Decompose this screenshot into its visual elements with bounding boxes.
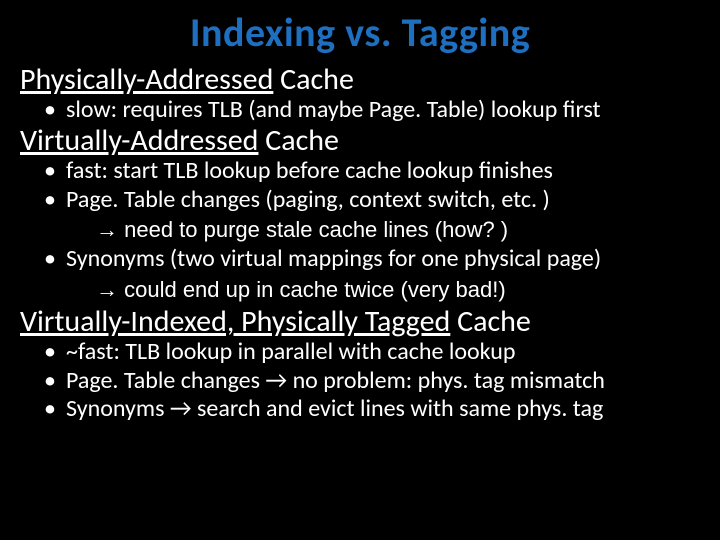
section-heading-virtual: Virtually-Addressed Cache [20, 124, 700, 157]
slide-title: Indexing vs. Tagging [20, 8, 700, 57]
bullet-item: Synonyms (two virtual mappings for one p… [66, 245, 700, 303]
sub-item: → could end up in cache twice (very bad!… [96, 276, 700, 304]
heading-rest: Cache [450, 303, 531, 340]
bullet-item: Synonyms → search and evict lines with s… [66, 395, 700, 423]
sub-list: → need to purge stale cache lines (how? … [66, 216, 700, 244]
bullet-text: Page. Table changes (paging, context swi… [66, 185, 550, 214]
section-heading-vipt: Virtually-Indexed, Physically Tagged Cac… [20, 305, 700, 338]
bullet-list: ~fast: TLB lookup in parallel with cache… [20, 338, 700, 423]
heading-underline: Physically-Addressed [20, 61, 273, 98]
bullet-list: fast: start TLB lookup before cache look… [20, 157, 700, 303]
heading-underline: Virtually-Addressed [20, 122, 258, 159]
heading-rest: Cache [258, 122, 339, 159]
sub-item: → need to purge stale cache lines (how? … [96, 216, 700, 244]
slide: Indexing vs. Tagging Physically-Addresse… [0, 0, 720, 540]
bullet-list: slow: requires TLB (and maybe Page. Tabl… [20, 96, 700, 124]
bullet-item: fast: start TLB lookup before cache look… [66, 157, 700, 185]
heading-underline: Virtually-Indexed, Physically Tagged [20, 303, 450, 340]
sub-list: → could end up in cache twice (very bad!… [66, 276, 700, 304]
bullet-text: Synonyms (two virtual mappings for one p… [66, 244, 601, 273]
bullet-item: slow: requires TLB (and maybe Page. Tabl… [66, 96, 700, 124]
bullet-item: Page. Table changes (paging, context swi… [66, 186, 700, 244]
bullet-item: Page. Table changes → no problem: phys. … [66, 367, 700, 395]
heading-rest: Cache [273, 61, 354, 98]
bullet-item: ~fast: TLB lookup in parallel with cache… [66, 338, 700, 366]
section-heading-physical: Physically-Addressed Cache [20, 63, 700, 96]
